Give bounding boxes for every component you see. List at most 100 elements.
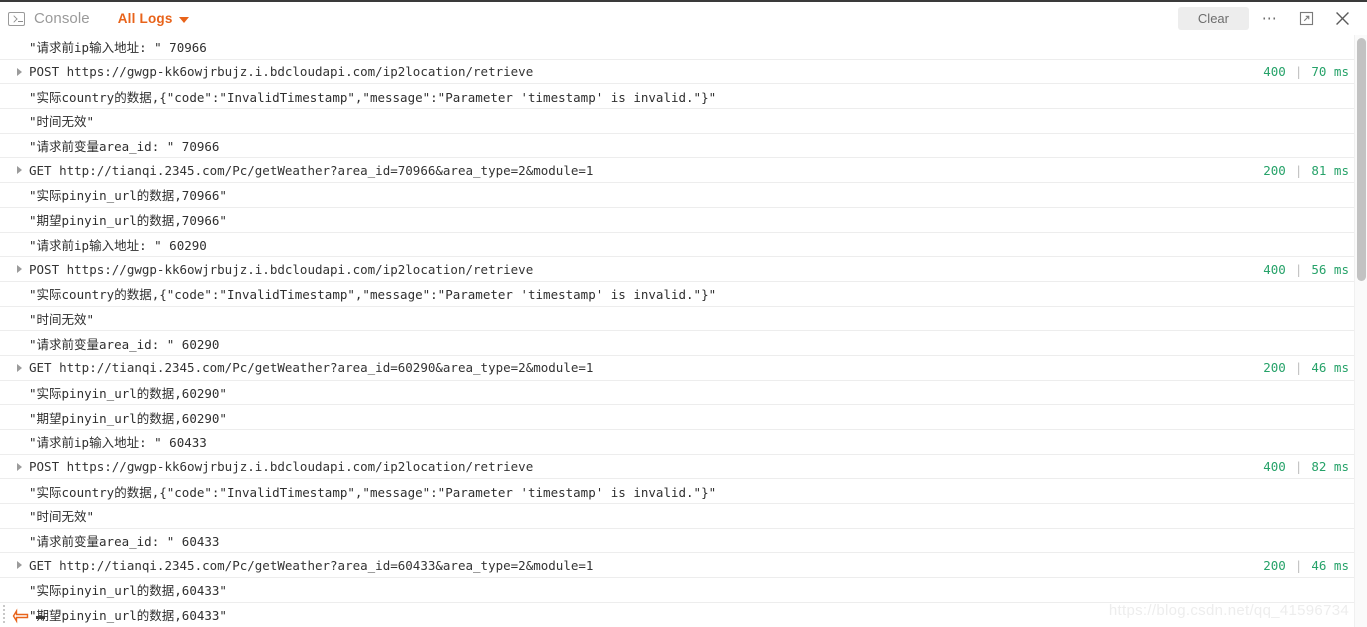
disclosure-triangle-icon[interactable]	[17, 561, 22, 570]
request-duration: 70 ms	[1311, 64, 1349, 80]
console-log-row[interactable]: "请求前ip输入地址: " 60433	[0, 430, 1367, 455]
console-log-row[interactable]: "请求前变量area_id: " 60290	[0, 331, 1367, 356]
log-message-text: "时间无效"	[29, 311, 95, 327]
disclosure-triangle-icon[interactable]	[17, 363, 22, 372]
log-message-text: "实际country的数据,{"code":"InvalidTimestamp"…	[29, 484, 717, 500]
status-separator: |	[1294, 360, 1303, 376]
disclosure-triangle-icon[interactable]	[17, 67, 22, 76]
status-code: 400	[1263, 64, 1286, 80]
network-request-text: POST https://gwgp-kk6owjrbujz.i.bdclouda…	[29, 261, 534, 277]
network-log-row[interactable]: POST https://gwgp-kk6owjrbujz.i.bdclouda…	[0, 455, 1367, 480]
console-log-row[interactable]: "实际pinyin_url的数据,70966"	[0, 183, 1367, 208]
status-separator: |	[1294, 557, 1303, 573]
status-separator: |	[1294, 459, 1303, 475]
vertical-scrollbar[interactable]	[1354, 35, 1367, 627]
network-status-group: 400 | 70 ms	[1263, 64, 1355, 79]
console-log-row[interactable]: "时间无效"	[0, 307, 1367, 332]
network-request-text: GET http://tianqi.2345.com/Pc/getWeather…	[29, 162, 594, 178]
status-separator: |	[1294, 162, 1303, 178]
status-code: 400	[1263, 459, 1286, 475]
log-message-text: "实际pinyin_url的数据,60433"	[29, 583, 227, 599]
console-log-row[interactable]: "实际country的数据,{"code":"InvalidTimestamp"…	[0, 282, 1367, 307]
request-duration: 46 ms	[1311, 360, 1349, 376]
status-code: 200	[1263, 360, 1286, 376]
scrollbar-thumb[interactable]	[1357, 38, 1366, 281]
log-message-text: "请求前ip输入地址: " 70966	[29, 40, 207, 56]
log-message-text: "请求前变量area_id: " 70966	[29, 139, 220, 155]
console-log-row[interactable]: "期望pinyin_url的数据,60290"	[0, 405, 1367, 430]
network-status-group: 200 | 46 ms	[1263, 360, 1355, 375]
orange-arrow-icon	[12, 608, 29, 624]
disclosure-triangle-icon[interactable]	[17, 265, 22, 274]
network-log-row[interactable]: GET http://tianqi.2345.com/Pc/getWeather…	[0, 356, 1367, 381]
console-log-row[interactable]: "请求前变量area_id: " 60433	[0, 529, 1367, 554]
network-log-row[interactable]: POST https://gwgp-kk6owjrbujz.i.bdclouda…	[0, 60, 1367, 85]
overlay-drag-dots-icon	[3, 605, 5, 623]
log-level-filter-label: All Logs	[117, 11, 173, 26]
console-log-row[interactable]: "时间无效"	[0, 109, 1367, 134]
network-status-group: 200 | 46 ms	[1263, 558, 1355, 573]
console-log-row[interactable]: "实际pinyin_url的数据,60290"	[0, 381, 1367, 406]
console-log-row[interactable]: "请求前ip输入地址: " 70966	[0, 35, 1367, 60]
clear-button[interactable]: Clear	[1177, 7, 1249, 30]
console-log-row[interactable]: "期望pinyin_url的数据,70966"	[0, 208, 1367, 233]
console-panel: Console All Logs Clear ⋯ "请求前ip输入地址: " 7…	[0, 0, 1367, 627]
terminal-icon	[8, 11, 25, 26]
status-code: 400	[1263, 261, 1286, 277]
request-duration: 46 ms	[1311, 557, 1349, 573]
status-separator: |	[1294, 64, 1303, 80]
request-duration: 56 ms	[1311, 261, 1349, 277]
status-separator: |	[1294, 261, 1303, 277]
console-log-row[interactable]: "请求前变量area_id: " 70966	[0, 134, 1367, 159]
log-message-text: "时间无效"	[29, 114, 95, 130]
log-message-text: "实际pinyin_url的数据,70966"	[29, 188, 227, 204]
network-request-text: GET http://tianqi.2345.com/Pc/getWeather…	[29, 360, 594, 376]
network-status-group: 400 | 82 ms	[1263, 459, 1355, 474]
close-button[interactable]	[1327, 6, 1357, 32]
status-code: 200	[1263, 162, 1286, 178]
network-status-group: 400 | 56 ms	[1263, 262, 1355, 277]
console-log-row[interactable]: "期望pinyin_url的数据,60433"	[0, 603, 1367, 627]
ellipsis-icon: ⋯	[1261, 9, 1279, 27]
log-message-text: "期望pinyin_url的数据,60290"	[29, 410, 227, 426]
console-log-list[interactable]: "请求前ip输入地址: " 70966 POST https://gwgp-kk6…	[0, 35, 1367, 627]
log-message-text: "请求前变量area_id: " 60290	[29, 336, 220, 352]
request-duration: 81 ms	[1311, 162, 1349, 178]
overlay-app-icon[interactable]	[12, 608, 30, 624]
log-message-text: "时间无效"	[29, 509, 95, 525]
console-log-row[interactable]: "请求前ip输入地址: " 60290	[0, 233, 1367, 258]
log-message-text: "期望pinyin_url的数据,60433"	[29, 608, 227, 624]
toolbar-left-group: Console All Logs	[8, 10, 189, 27]
disclosure-triangle-icon[interactable]	[17, 462, 22, 471]
network-log-row[interactable]: POST https://gwgp-kk6owjrbujz.i.bdclouda…	[0, 257, 1367, 282]
toolbar-right-group: Clear ⋯	[1177, 6, 1357, 32]
log-message-text: "实际country的数据,{"code":"InvalidTimestamp"…	[29, 287, 717, 303]
status-code: 200	[1263, 557, 1286, 573]
console-log-row[interactable]: "时间无效"	[0, 504, 1367, 529]
console-log-row[interactable]: "实际pinyin_url的数据,60433"	[0, 578, 1367, 603]
popout-button[interactable]	[1291, 6, 1321, 32]
network-log-row[interactable]: GET http://tianqi.2345.com/Pc/getWeather…	[0, 158, 1367, 184]
disclosure-triangle-icon[interactable]	[17, 166, 22, 175]
request-duration: 82 ms	[1311, 459, 1349, 475]
console-title: Console	[34, 10, 90, 27]
log-message-text: "请求前ip输入地址: " 60433	[29, 435, 207, 451]
log-message-text: "请求前ip输入地址: " 60290	[29, 237, 207, 253]
console-log-row[interactable]: "实际country的数据,{"code":"InvalidTimestamp"…	[0, 84, 1367, 110]
chevron-down-icon	[178, 16, 189, 23]
console-log-row[interactable]: "实际country的数据,{"code":"InvalidTimestamp"…	[0, 479, 1367, 505]
network-status-group: 200 | 81 ms	[1263, 163, 1355, 178]
overlay-dash-marker	[36, 616, 45, 619]
network-request-text: GET http://tianqi.2345.com/Pc/getWeather…	[29, 557, 594, 573]
network-request-text: POST https://gwgp-kk6owjrbujz.i.bdclouda…	[29, 459, 534, 475]
external-link-icon	[1299, 11, 1313, 26]
log-message-text: "实际pinyin_url的数据,60290"	[29, 385, 227, 401]
more-options-button[interactable]: ⋯	[1255, 6, 1285, 32]
close-icon	[1335, 12, 1349, 25]
network-request-text: POST https://gwgp-kk6owjrbujz.i.bdclouda…	[29, 64, 534, 80]
log-message-text: "期望pinyin_url的数据,70966"	[29, 213, 227, 229]
log-message-text: "实际country的数据,{"code":"InvalidTimestamp"…	[29, 89, 717, 105]
network-log-row[interactable]: GET http://tianqi.2345.com/Pc/getWeather…	[0, 553, 1367, 579]
console-toolbar: Console All Logs Clear ⋯	[0, 2, 1367, 35]
log-level-filter-dropdown[interactable]: All Logs	[118, 11, 189, 26]
